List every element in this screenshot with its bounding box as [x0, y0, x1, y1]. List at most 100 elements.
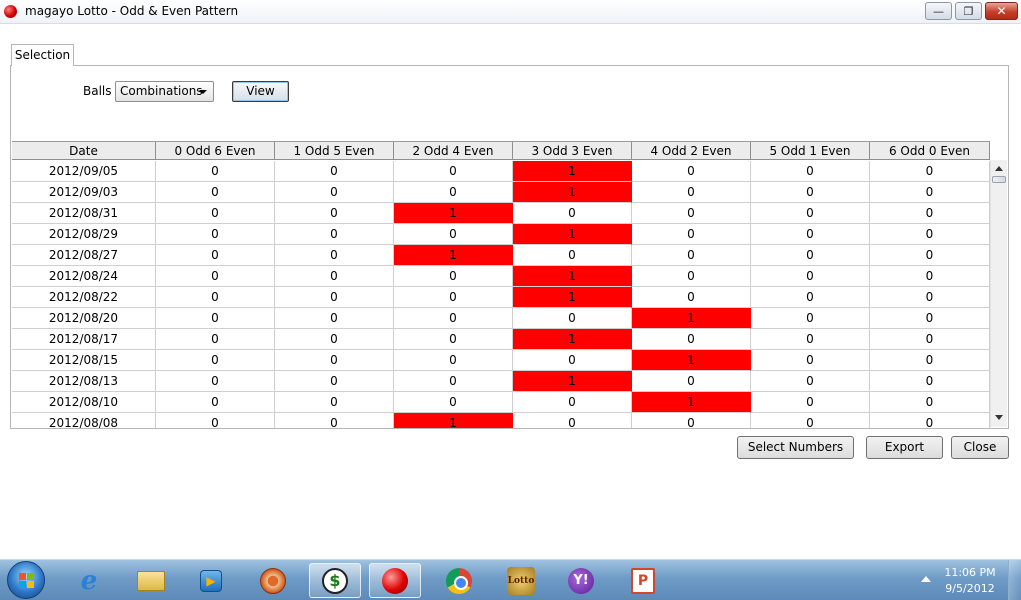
tray-expand-arrow-icon[interactable] — [921, 576, 931, 582]
taskbar-item-chrome[interactable] — [433, 563, 485, 598]
pattern-cell: 0 — [156, 308, 275, 329]
pattern-cell: 0 — [513, 413, 632, 428]
column-header[interactable]: 6 Odd 0 Even — [870, 142, 990, 160]
pattern-cell: 0 — [751, 371, 870, 392]
table-row[interactable]: 2012/08/10 0 0 0 0 1 0 0 — [12, 392, 990, 413]
window-close-button[interactable]: ✕ — [985, 2, 1018, 20]
maximize-button[interactable]: ❐ — [955, 2, 982, 20]
table-row[interactable]: 2012/08/27 0 0 1 0 0 0 0 — [12, 245, 990, 266]
powerpoint-icon: P — [631, 567, 655, 594]
close-button[interactable]: Close — [951, 436, 1009, 459]
scroll-thumb[interactable] — [992, 176, 1006, 183]
pattern-cell: 0 — [156, 350, 275, 371]
chrome-icon — [446, 567, 472, 594]
pattern-cell: 0 — [632, 287, 751, 308]
start-button[interactable] — [7, 561, 45, 599]
table-row[interactable]: 2012/08/08 0 0 1 0 0 0 0 — [12, 413, 990, 428]
date-cell: 2012/08/08 — [12, 413, 156, 428]
pattern-cell: 1 — [394, 245, 513, 266]
yahoo-messenger-icon: Y! — [568, 567, 594, 594]
column-header[interactable]: 2 Odd 4 Even — [394, 142, 513, 160]
pattern-cell: 0 — [632, 224, 751, 245]
column-header[interactable]: 3 Odd 3 Even — [513, 142, 632, 160]
pattern-cell: 0 — [870, 392, 990, 413]
table-row[interactable]: 2012/08/24 0 0 0 1 0 0 0 — [12, 266, 990, 287]
pattern-cell: 0 — [275, 245, 394, 266]
taskbar-item-lotto[interactable]: Lotto — [495, 563, 547, 598]
pattern-cell: 1 — [394, 203, 513, 224]
pattern-cell: 1 — [513, 182, 632, 203]
table-row[interactable]: 2012/08/15 0 0 0 0 1 0 0 — [12, 350, 990, 371]
export-button[interactable]: Export — [866, 436, 943, 459]
pattern-cell: 0 — [751, 224, 870, 245]
taskbar-item-dollar-app[interactable]: $ — [309, 563, 361, 598]
balls-dropdown[interactable]: Combinations — [115, 81, 214, 102]
show-desktop-button[interactable] — [1008, 560, 1021, 600]
balls-label: Balls — [83, 84, 112, 98]
pattern-cell: 0 — [275, 182, 394, 203]
column-header[interactable]: 1 Odd 5 Even — [275, 142, 394, 160]
pattern-cell: 0 — [751, 392, 870, 413]
pattern-cell: 1 — [513, 224, 632, 245]
taskbar-item-film-reel[interactable] — [247, 563, 299, 598]
select-numbers-button[interactable]: Select Numbers — [737, 436, 854, 459]
pattern-cell: 1 — [394, 413, 513, 428]
table-row[interactable]: 2012/09/03 0 0 0 1 0 0 0 — [12, 182, 990, 203]
pattern-cell: 0 — [632, 245, 751, 266]
taskbar-item-yahoo-messenger[interactable]: Y! — [555, 563, 607, 598]
pattern-cell: 0 — [870, 182, 990, 203]
table-row[interactable]: 2012/08/29 0 0 0 1 0 0 0 — [12, 224, 990, 245]
view-button[interactable]: View — [232, 81, 289, 102]
pattern-cell: 0 — [156, 161, 275, 182]
pattern-cell: 0 — [870, 350, 990, 371]
pattern-cell: 1 — [632, 350, 751, 371]
pattern-cell: 0 — [870, 413, 990, 428]
date-cell: 2012/08/27 — [12, 245, 156, 266]
taskbar-item-magayo-lotto[interactable] — [369, 563, 421, 598]
column-header[interactable]: 0 Odd 6 Even — [156, 142, 275, 160]
taskbar-item-folder[interactable] — [125, 563, 177, 598]
table-row[interactable]: 2012/09/05 0 0 0 1 0 0 0 — [12, 161, 990, 182]
pattern-cell: 0 — [156, 392, 275, 413]
tab-selection[interactable]: Selection — [11, 44, 74, 66]
scroll-down-arrow-icon[interactable] — [995, 415, 1003, 420]
pattern-cell: 0 — [632, 329, 751, 350]
pattern-cell: 0 — [870, 203, 990, 224]
taskbar-item-internet-explorer[interactable]: e — [63, 563, 115, 598]
clock-date[interactable]: 9/5/2012 — [935, 582, 1005, 595]
pattern-cell: 0 — [394, 329, 513, 350]
odd-even-table[interactable]: Date 0 Odd 6 Even 1 Odd 5 Even 2 Odd 4 Even… — [12, 141, 990, 428]
pattern-cell: 0 — [870, 245, 990, 266]
pattern-cell: 0 — [870, 224, 990, 245]
date-cell: 2012/08/15 — [12, 350, 156, 371]
taskbar-item-powerpoint[interactable]: P — [617, 563, 669, 598]
column-header[interactable]: 5 Odd 1 Even — [751, 142, 870, 160]
pattern-cell: 0 — [751, 413, 870, 428]
pattern-cell: 0 — [156, 266, 275, 287]
pattern-cell: 0 — [156, 224, 275, 245]
column-header[interactable]: 4 Odd 2 Even — [632, 142, 751, 160]
date-cell: 2012/08/24 — [12, 266, 156, 287]
pattern-cell: 0 — [870, 161, 990, 182]
table-row[interactable]: 2012/08/13 0 0 0 1 0 0 0 — [12, 371, 990, 392]
pattern-cell: 0 — [156, 371, 275, 392]
clock-time[interactable]: 11:06 PM — [935, 566, 1005, 579]
pattern-cell: 0 — [870, 329, 990, 350]
date-cell: 2012/08/20 — [12, 308, 156, 329]
column-header[interactable]: Date — [12, 142, 156, 160]
pattern-cell: 0 — [632, 182, 751, 203]
pattern-cell: 1 — [632, 308, 751, 329]
window-title: magayo Lotto - Odd & Even Pattern — [25, 4, 239, 18]
minimize-button[interactable]: — — [925, 2, 952, 20]
vertical-scrollbar[interactable] — [990, 160, 1007, 427]
pattern-cell: 0 — [275, 308, 394, 329]
pattern-cell: 0 — [275, 392, 394, 413]
scroll-up-arrow-icon[interactable] — [995, 166, 1003, 171]
taskbar-item-media-player[interactable]: ▶ — [185, 563, 237, 598]
table-row[interactable]: 2012/08/17 0 0 0 1 0 0 0 — [12, 329, 990, 350]
pattern-cell: 0 — [870, 308, 990, 329]
table-row[interactable]: 2012/08/31 0 0 1 0 0 0 0 — [12, 203, 990, 224]
table-row[interactable]: 2012/08/20 0 0 0 0 1 0 0 — [12, 308, 990, 329]
table-row[interactable]: 2012/08/22 0 0 0 1 0 0 0 — [12, 287, 990, 308]
date-cell: 2012/08/29 — [12, 224, 156, 245]
